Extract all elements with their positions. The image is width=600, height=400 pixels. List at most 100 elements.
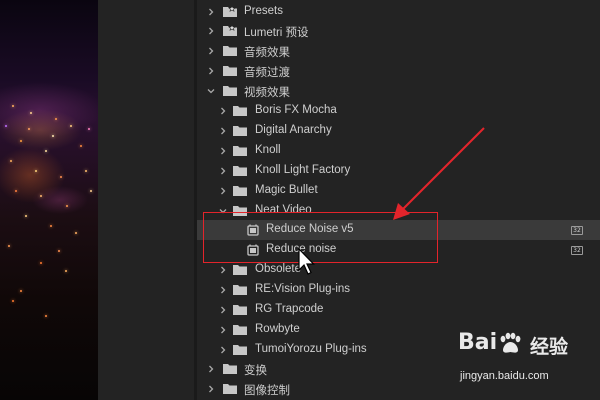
accelerated-badge: 32	[571, 246, 583, 255]
tree-item-label: 图像控制	[244, 385, 290, 397]
tree-item-folder[interactable]: 音频效果	[197, 41, 600, 61]
folder-icon	[223, 66, 237, 76]
chevron-right-icon[interactable]	[217, 145, 229, 157]
tree-item-folder[interactable]: Presets	[197, 2, 600, 22]
tree-item-label: Rowbyte	[255, 323, 300, 335]
city-light	[88, 128, 90, 130]
chevron-right-icon[interactable]	[217, 105, 229, 117]
city-light	[60, 176, 62, 178]
city-light	[10, 160, 12, 162]
tree-item-label: Digital Anarchy	[255, 124, 332, 136]
mouse-cursor-icon	[298, 247, 315, 275]
video-preview	[0, 0, 98, 400]
city-light	[80, 145, 82, 147]
folder-icon	[233, 186, 247, 196]
chevron-down-icon[interactable]	[205, 85, 217, 97]
city-light	[55, 118, 57, 120]
city-light	[28, 128, 30, 130]
tree-item-label: Boris FX Mocha	[255, 104, 337, 116]
city-light	[25, 215, 27, 217]
city-light	[50, 225, 52, 227]
folder-icon	[233, 285, 247, 295]
tree-item-folder[interactable]: 音频过渡	[197, 61, 600, 81]
tree-item-label: Knoll Light Factory	[255, 164, 351, 176]
folder-icon	[233, 146, 247, 156]
city-light	[40, 195, 42, 197]
tree-item-label: 音频过渡	[244, 67, 290, 79]
tree-item-folder[interactable]: Boris FX Mocha	[197, 101, 600, 121]
chevron-right-icon[interactable]	[217, 125, 229, 137]
city-light	[12, 300, 14, 302]
chevron-right-icon[interactable]	[217, 304, 229, 316]
city-light	[90, 190, 92, 192]
highlight-box	[203, 212, 438, 263]
city-light	[12, 105, 14, 107]
folder-icon	[233, 345, 247, 355]
city-light	[66, 205, 68, 207]
chevron-right-icon[interactable]	[217, 344, 229, 356]
city-light	[30, 112, 32, 114]
city-light	[65, 270, 67, 272]
city-light	[35, 170, 37, 172]
city-light	[70, 125, 72, 127]
chevron-right-icon[interactable]	[205, 363, 217, 375]
tree-item-folder[interactable]: Magic Bullet	[197, 181, 600, 201]
tree-item-folder[interactable]: Lumetri 预设	[197, 21, 600, 41]
city-light	[75, 232, 77, 234]
chevron-right-icon[interactable]	[217, 284, 229, 296]
tree-item-folder[interactable]: 视频效果	[197, 81, 600, 101]
tree-item-label: Knoll	[255, 144, 281, 156]
tree-item-label: 音频效果	[244, 47, 290, 59]
preset-folder-icon	[223, 6, 237, 17]
city-light	[58, 250, 60, 252]
tree-item-label: TumoiYorozu Plug-ins	[255, 343, 367, 355]
tree-item-folder[interactable]: Knoll	[197, 141, 600, 161]
tree-item-folder[interactable]: Digital Anarchy	[197, 121, 600, 141]
city-light	[5, 125, 7, 127]
chevron-right-icon[interactable]	[205, 45, 217, 57]
tree-item-folder[interactable]: Obsolete	[197, 260, 600, 280]
panel-gap	[98, 0, 194, 400]
tree-item-label: Presets	[244, 5, 283, 17]
baidu-watermark: Bai 经验 jingyan.baidu.com	[458, 330, 598, 396]
accelerated-badge: 32	[571, 226, 583, 235]
folder-icon	[233, 305, 247, 315]
chevron-right-icon[interactable]	[205, 65, 217, 77]
folder-icon	[233, 265, 247, 275]
city-light	[85, 170, 87, 172]
tree-item-label: RG Trapcode	[255, 303, 324, 315]
city-light	[8, 245, 10, 247]
folder-icon	[233, 106, 247, 116]
chevron-right-icon[interactable]	[205, 383, 217, 395]
chevron-right-icon[interactable]	[205, 6, 217, 18]
city-light	[40, 262, 42, 264]
folder-icon	[223, 364, 237, 374]
tree-item-label: RE:Vision Plug-ins	[255, 283, 351, 295]
chevron-right-icon[interactable]	[217, 165, 229, 177]
chevron-right-icon[interactable]	[217, 324, 229, 336]
tree-item-label: Lumetri 预设	[244, 27, 309, 39]
folder-icon	[233, 166, 247, 176]
chevron-right-icon[interactable]	[217, 264, 229, 276]
city-light	[52, 135, 54, 137]
folder-icon	[233, 126, 247, 136]
watermark-logo-prefix: Bai	[458, 330, 498, 355]
tree-item-label: 视频效果	[244, 87, 290, 99]
folder-icon	[233, 325, 247, 335]
watermark-chinese: 经验	[530, 337, 569, 358]
chevron-right-icon[interactable]	[217, 185, 229, 197]
paw-icon	[500, 332, 521, 353]
tree-item-folder[interactable]: RE:Vision Plug-ins	[197, 280, 600, 300]
folder-icon	[223, 384, 237, 394]
city-light	[45, 150, 47, 152]
baidu-logo: Bai	[458, 330, 521, 355]
tree-item-label: 变换	[244, 365, 267, 377]
chevron-right-icon[interactable]	[205, 25, 217, 37]
city-light	[45, 315, 47, 317]
tree-item-folder[interactable]: Knoll Light Factory	[197, 161, 600, 181]
tree-item-folder[interactable]: RG Trapcode	[197, 300, 600, 320]
city-light	[20, 290, 22, 292]
tree-item-label: Magic Bullet	[255, 184, 318, 196]
preset-folder-icon	[223, 25, 237, 36]
folder-icon	[223, 46, 237, 56]
